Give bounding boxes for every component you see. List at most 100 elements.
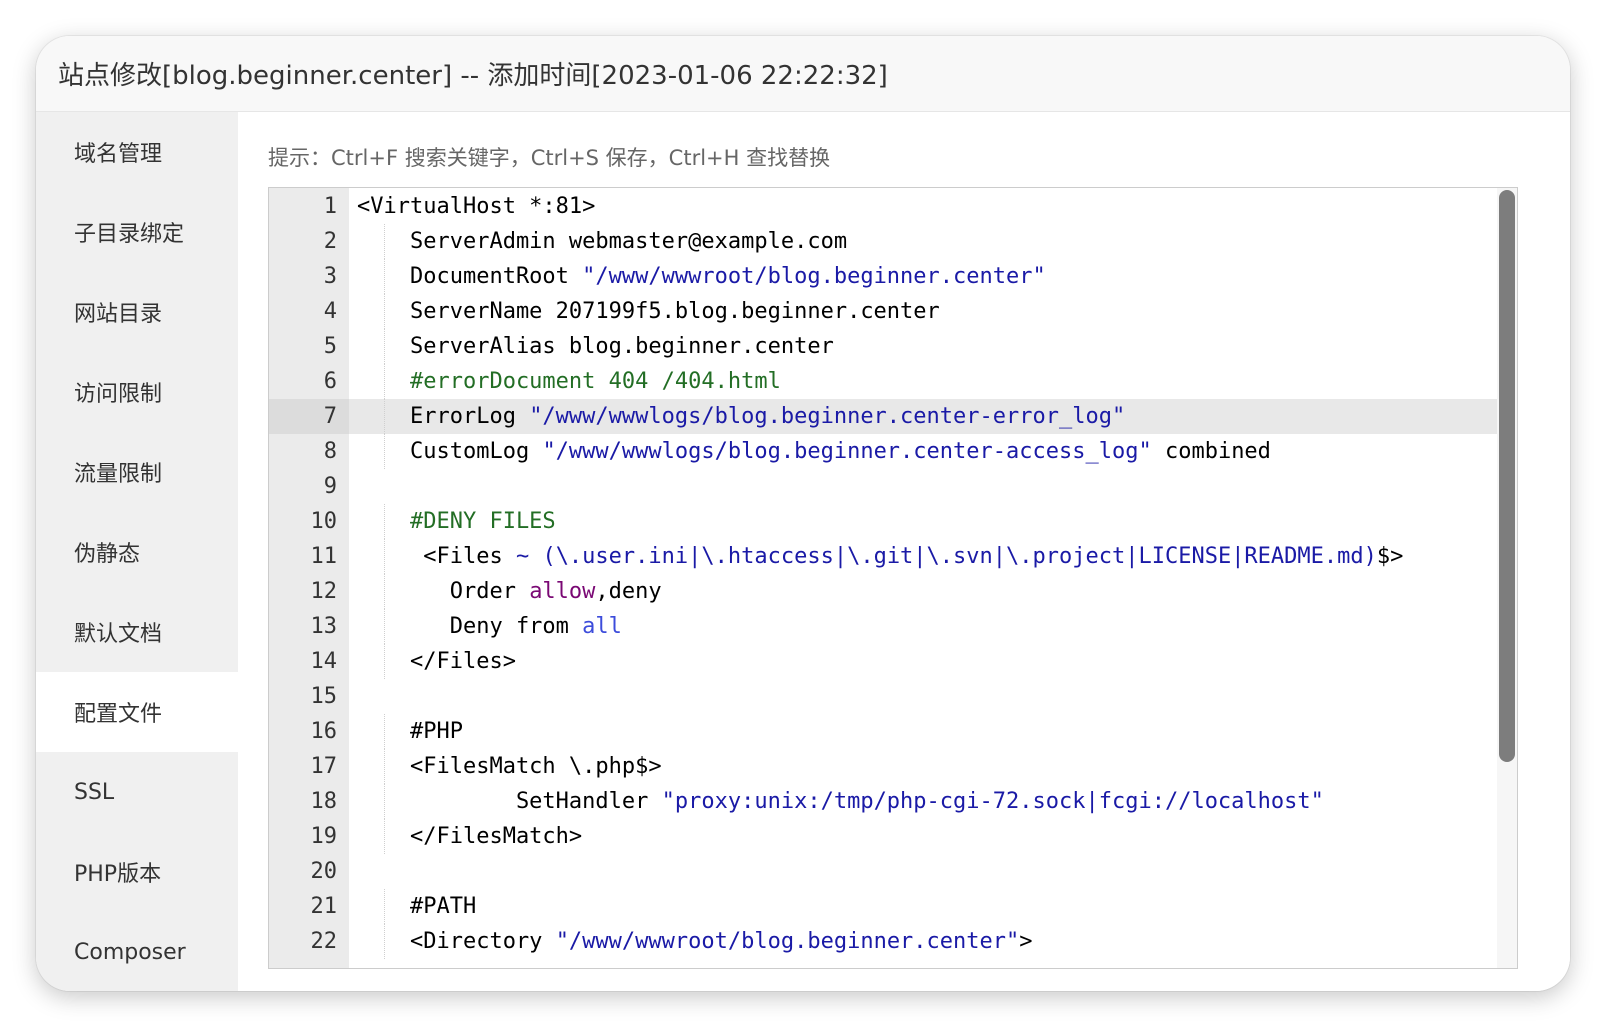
sidebar-item-traffic-limit[interactable]: 流量限制 (36, 432, 238, 512)
code-line[interactable]: 18 SetHandler "proxy:unix:/tmp/php-cgi-7… (269, 784, 1497, 819)
code-line[interactable]: 3 DocumentRoot "/www/wwwroot/blog.beginn… (269, 259, 1497, 294)
code-line[interactable]: 20 (269, 854, 1497, 889)
code-text: DocumentRoot "/www/wwwroot/blog.beginner… (357, 259, 1046, 294)
code-text: Order allow,deny (357, 574, 662, 609)
code-line[interactable]: 7 ErrorLog "/www/wwwlogs/blog.beginner.c… (269, 399, 1497, 434)
line-number: 16 (310, 719, 338, 744)
code-text: </FilesMatch> (357, 819, 582, 854)
code-text: ServerAdmin webmaster@example.com (357, 224, 847, 259)
vertical-scrollbar-track[interactable] (1497, 188, 1517, 968)
indent-guide (384, 714, 385, 749)
indent-guide (384, 784, 385, 819)
line-number: 8 (323, 439, 337, 464)
code-line[interactable]: 6 #errorDocument 404 /404.html (269, 364, 1497, 399)
code-token: ServerName 207199f5.blog.beginner.center (357, 299, 940, 324)
code-text: #errorDocument 404 /404.html (357, 364, 781, 399)
code-token: #errorDocument 404 /404.html (357, 369, 781, 394)
sidebar-item-access-limit[interactable]: 访问限制 (36, 352, 238, 432)
indent-guide (384, 609, 385, 644)
code-token: > (1019, 929, 1033, 954)
sidebar-item-php-version[interactable]: PHP版本 (36, 832, 238, 912)
line-number: 2 (323, 229, 337, 254)
code-line[interactable]: 17 <FilesMatch \.php$> (269, 749, 1497, 784)
line-number: 12 (310, 579, 338, 604)
indent-guide (384, 819, 385, 854)
sidebar-item-rewrite[interactable]: 伪静态 (36, 512, 238, 592)
line-number: 20 (310, 859, 338, 884)
code-token: </Files> (357, 649, 516, 674)
code-line[interactable]: 12 Order allow,deny (269, 574, 1497, 609)
code-line[interactable]: 19 </FilesMatch> (269, 819, 1497, 854)
sidebar-item-subdir-binding[interactable]: 子目录绑定 (36, 192, 238, 272)
indent-guide (384, 294, 385, 329)
indent-guide (384, 924, 385, 959)
code-token: ErrorLog (357, 404, 530, 429)
code-line[interactable]: 1 <VirtualHost *:81> (269, 189, 1497, 224)
indent-guide (384, 224, 385, 259)
code-token: DocumentRoot (357, 264, 583, 289)
code-token: </FilesMatch> (357, 824, 583, 849)
code-token: combined (1151, 439, 1271, 464)
code-line[interactable]: 9 (269, 469, 1497, 504)
code-text: <FilesMatch \.php$> (357, 749, 662, 784)
code-line[interactable]: 22 <Directory "/www/wwwroot/blog.beginne… (269, 924, 1497, 959)
code-line[interactable]: 4 ServerName 207199f5.blog.beginner.cent… (269, 294, 1497, 329)
sidebar-item-config-file[interactable]: 配置文件 (36, 672, 238, 752)
sidebar-item-ssl[interactable]: SSL (36, 752, 238, 832)
line-number: 22 (310, 929, 338, 954)
line-number: 15 (310, 684, 338, 709)
code-line[interactable]: 14 </Files> (269, 644, 1497, 679)
code-line[interactable]: 11 <Files ~ (\.user.ini|\.htaccess|\.git… (269, 539, 1497, 574)
code-line[interactable]: 2 ServerAdmin webmaster@example.com (269, 224, 1497, 259)
indent-guide (384, 259, 385, 294)
editor-hint: 提示：Ctrl+F 搜索关键字，Ctrl+S 保存，Ctrl+H 查找替换 (268, 146, 831, 170)
code-token: "/www/wwwroot/blog.beginner.center" (555, 929, 1020, 954)
code-token: #PHP (357, 719, 463, 744)
code-token: ServerAlias blog.beginner.center (357, 334, 834, 359)
code-line[interactable]: 5 ServerAlias blog.beginner.center (269, 329, 1497, 364)
code-token: #PATH (357, 894, 477, 919)
code-line[interactable]: 16 #PHP (269, 714, 1497, 749)
code-token: "/www/wwwlogs/blog.beginner.center-acces… (542, 439, 1152, 464)
code-token: <Directory (357, 929, 556, 954)
line-number: 13 (310, 614, 338, 639)
sidebar-item-label: PHP版本 (74, 862, 162, 887)
sidebar-item-composer[interactable]: Composer (36, 912, 238, 991)
code-text: CustomLog "/www/wwwlogs/blog.beginner.ce… (357, 434, 1271, 469)
code-text: <Directory "/www/wwwroot/blog.beginner.c… (357, 924, 1033, 959)
line-number: 4 (323, 299, 337, 324)
sidebar-item-domain[interactable]: 域名管理 (36, 112, 238, 192)
code-line[interactable]: 21 #PATH (269, 889, 1497, 924)
line-number: 3 (323, 264, 337, 289)
indent-guide (384, 644, 385, 679)
code-line[interactable]: 13 Deny from all (269, 609, 1497, 644)
sidebar-item-label: Composer (74, 939, 186, 965)
sidebar-item-label: 配置文件 (74, 702, 163, 727)
code-line[interactable]: 8 CustomLog "/www/wwwlogs/blog.beginner.… (269, 434, 1497, 469)
code-text: </Files> (357, 644, 516, 679)
code-text: #PATH (357, 889, 476, 924)
indent-guide (384, 329, 385, 364)
code-line[interactable]: 10 #DENY FILES (269, 504, 1497, 539)
code-token: <VirtualHost *:81> (357, 194, 596, 219)
code-text: <VirtualHost *:81> (357, 189, 595, 224)
line-number: 18 (310, 789, 338, 814)
code-text: Deny from all (357, 609, 622, 644)
code-token: allow (529, 579, 596, 604)
line-number: 1 (323, 194, 337, 219)
line-number: 10 (310, 509, 338, 534)
indent-guide (384, 364, 385, 399)
sidebar-item-site-directory[interactable]: 网站目录 (36, 272, 238, 352)
code-token: "/www/wwwlogs/blog.beginner.center-error… (529, 404, 1126, 429)
code-line[interactable]: 15 (269, 679, 1497, 714)
line-number: 9 (323, 474, 337, 499)
dialog-title-bar[interactable]: 站点修改[blog.beginner.center] -- 添加时间[2023-… (36, 36, 1570, 112)
code-token: <FilesMatch \.php$> (357, 754, 662, 779)
code-token: "proxy:unix:/tmp/php-cgi-72.sock|fcgi://… (661, 789, 1324, 814)
vertical-scrollbar-thumb[interactable] (1499, 190, 1515, 762)
sidebar-item-label: 域名管理 (74, 142, 163, 167)
site-edit-dialog: 站点修改[blog.beginner.center] -- 添加时间[2023-… (36, 36, 1570, 991)
sidebar-item-default-doc[interactable]: 默认文档 (36, 592, 238, 672)
config-code-editor[interactable]: 1 <VirtualHost *:81> 2 ServerAdmin webmast… (268, 187, 1518, 969)
line-number: 14 (310, 649, 338, 674)
